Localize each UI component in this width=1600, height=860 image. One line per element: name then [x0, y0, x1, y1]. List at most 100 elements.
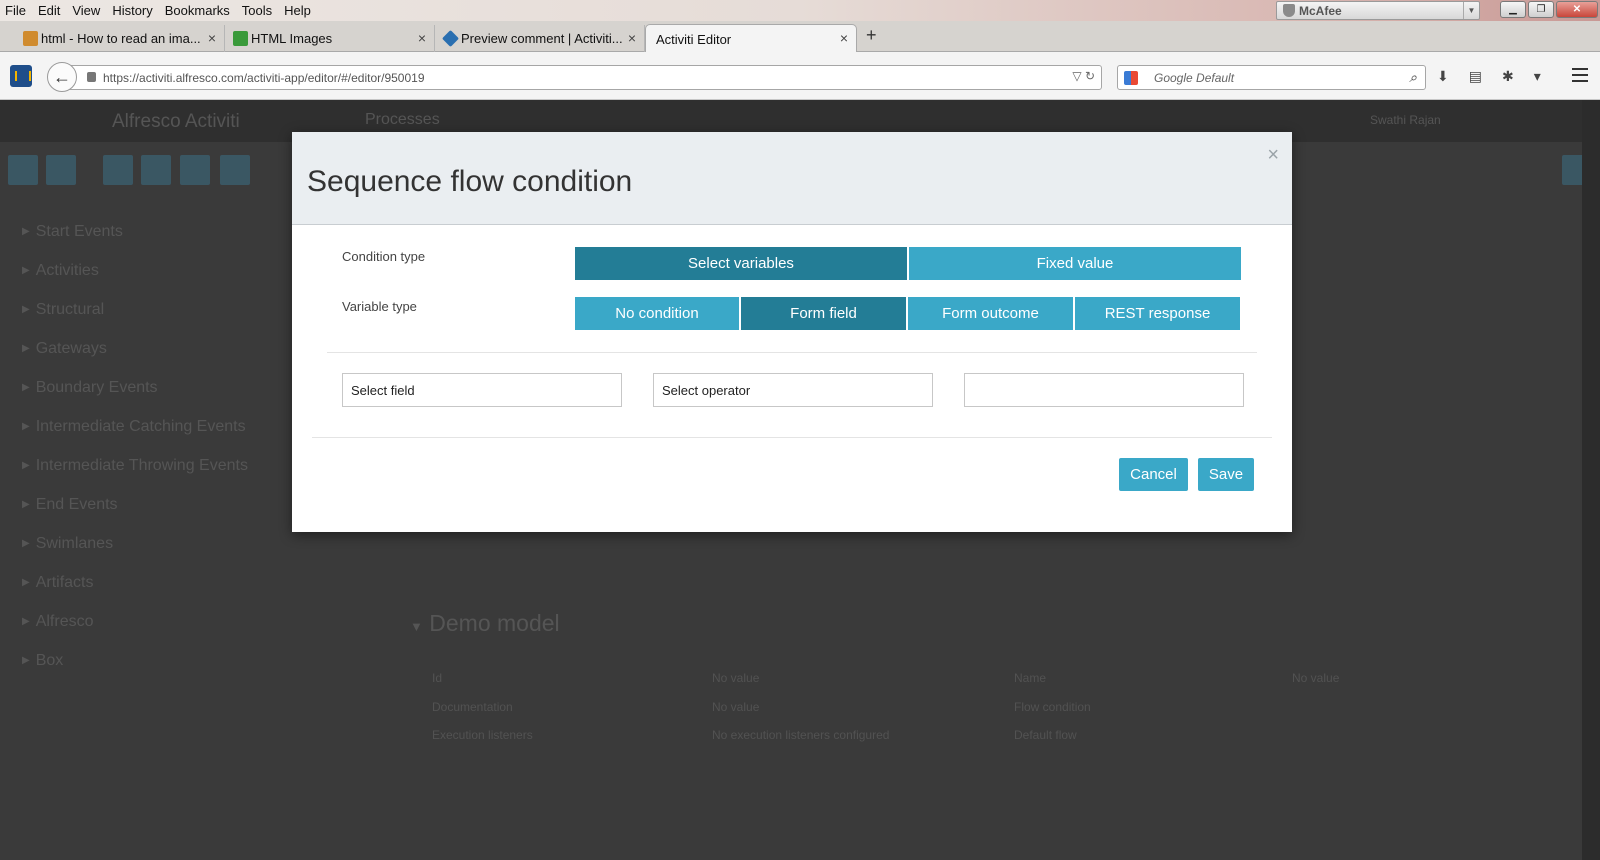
close-icon[interactable]: × — [840, 30, 848, 46]
tab-activiti-editor[interactable]: Activiti Editor × — [645, 24, 857, 53]
validate-icon — [46, 155, 76, 185]
back-arrow-icon[interactable]: ← — [47, 62, 77, 92]
caret-right-icon: ▶ — [22, 538, 30, 549]
model-title: ▼ Demo model — [410, 610, 560, 636]
palette-boundary-events: ▶ Boundary Events — [22, 378, 158, 396]
url-text[interactable]: https://activiti.alfresco.com/activiti-a… — [103, 71, 425, 85]
url-bar[interactable]: https://activiti.alfresco.com/activiti-a… — [62, 65, 1102, 90]
menu-file[interactable]: File — [0, 3, 32, 18]
caret-right-icon: ▶ — [22, 499, 30, 510]
menu-help[interactable]: Help — [278, 3, 317, 18]
caret-right-icon: ▶ — [22, 265, 30, 276]
select-variables-button[interactable]: Select variables — [575, 247, 907, 280]
tab-title: Activiti Editor — [656, 31, 732, 47]
caret-right-icon: ▶ — [22, 226, 30, 237]
prop-doc-value: No value — [712, 700, 760, 714]
save-model-icon — [8, 155, 38, 185]
stackoverflow-favicon-icon — [23, 31, 38, 46]
fixed-value-button[interactable]: Fixed value — [909, 247, 1241, 280]
toolbar-icons: ⬇ ▤ ✱ ▾ — [1437, 68, 1541, 85]
minimize-icon[interactable]: ▁ — [1500, 1, 1526, 18]
tab-html-images[interactable]: HTML Images × — [225, 25, 435, 52]
menu-tools[interactable]: Tools — [236, 3, 278, 18]
tab-html-read-image[interactable]: html - How to read an ima... × — [15, 25, 225, 52]
prop-doc-label: Documentation — [432, 700, 513, 714]
prop-id-label: Id — [432, 671, 443, 685]
vertical-scrollbar[interactable] — [1582, 100, 1600, 860]
delete-icon — [220, 155, 250, 185]
condition-value-input[interactable] — [964, 373, 1244, 407]
palette-activities: ▶ Activities — [22, 261, 99, 279]
user-menu: Swathi Rajan — [1370, 113, 1441, 127]
modal-header: Sequence flow condition × — [292, 132, 1292, 225]
palette-end-events: ▶ End Events — [22, 495, 118, 513]
tab-title: HTML Images — [251, 31, 333, 46]
prop-default-label: Default flow — [1014, 728, 1077, 742]
save-button[interactable]: Save — [1198, 458, 1254, 491]
no-condition-button[interactable]: No condition — [575, 297, 739, 330]
caret-right-icon: ▶ — [22, 304, 30, 315]
lock-icon — [87, 72, 96, 82]
select-operator-dropdown[interactable]: Select operator — [653, 373, 933, 407]
firefox-stats-icon[interactable] — [10, 65, 32, 87]
form-field-button[interactable]: Form field — [741, 297, 906, 330]
divider — [312, 437, 1272, 438]
sequence-flow-condition-dialog: Sequence flow condition × Condition type… — [292, 132, 1292, 532]
navigation-bar: https://activiti.alfresco.com/activiti-a… — [0, 52, 1600, 100]
palette-swimlanes: ▶ Swimlanes — [22, 534, 114, 552]
condition-type-label: Condition type — [342, 249, 426, 264]
chevron-down-icon[interactable]: ▾ — [1534, 68, 1541, 85]
caret-right-icon: ▶ — [22, 577, 30, 588]
close-icon[interactable]: × — [208, 30, 216, 46]
palette-start-events: ▶ Start Events — [22, 222, 123, 240]
variable-type-label: Variable type — [342, 299, 417, 314]
w3schools-favicon-icon — [233, 31, 248, 46]
close-icon[interactable]: × — [628, 30, 636, 46]
tab-preview-comment[interactable]: Preview comment | Activiti... × — [435, 25, 645, 52]
palette-intermediate-catching: ▶ Intermediate Catching Events — [22, 417, 246, 435]
menu-history[interactable]: History — [106, 3, 158, 18]
mcafee-toolbar[interactable]: McAfee ▼ — [1276, 1, 1480, 20]
chevron-down-icon[interactable]: ▼ — [1463, 2, 1479, 19]
paste-icon — [180, 155, 210, 185]
tab-strip: html - How to read an ima... × HTML Imag… — [0, 21, 1600, 53]
activiti-favicon-icon — [442, 30, 459, 47]
restore-icon[interactable]: ❐ — [1528, 1, 1554, 18]
cut-icon — [103, 155, 133, 185]
palette-intermediate-throwing: ▶ Intermediate Throwing Events — [22, 456, 248, 474]
search-icon[interactable]: ⌕ — [1409, 69, 1417, 86]
menu-edit[interactable]: Edit — [32, 3, 66, 18]
prop-flow-label: Flow condition — [1014, 700, 1091, 714]
palette-artifacts: ▶ Artifacts — [22, 573, 94, 591]
search-placeholder: Google Default — [1154, 70, 1235, 85]
window-close-icon[interactable]: ✕ — [1556, 1, 1598, 18]
select-field-dropdown[interactable]: Select field — [342, 373, 622, 407]
search-input[interactable]: Google Default ⌕ — [1117, 65, 1426, 90]
addon-icon[interactable]: ✱ — [1502, 68, 1514, 85]
clipboard-icon[interactable]: ▤ — [1469, 68, 1482, 85]
reload-icon[interactable]: ▽ ↻ — [1072, 69, 1095, 83]
menu-view[interactable]: View — [66, 3, 106, 18]
prop-exec-label: Execution listeners — [432, 728, 533, 742]
palette-gateways: ▶ Gateways — [22, 339, 107, 357]
menu-bookmarks[interactable]: Bookmarks — [159, 3, 236, 18]
caret-down-icon: ▼ — [410, 619, 423, 634]
caret-right-icon: ▶ — [22, 421, 30, 432]
download-icon[interactable]: ⬇ — [1437, 68, 1449, 85]
cancel-button[interactable]: Cancel — [1119, 458, 1188, 491]
close-icon[interactable]: × — [1267, 144, 1279, 167]
palette-structural: ▶ Structural — [22, 300, 105, 318]
caret-right-icon: ▶ — [22, 616, 30, 627]
hamburger-menu-icon[interactable] — [1572, 68, 1588, 82]
window-controls: ▁ ❐ ✕ — [1500, 1, 1598, 18]
copy-icon — [141, 155, 171, 185]
app-logo: Alfresco Activiti — [112, 111, 240, 132]
form-outcome-button[interactable]: Form outcome — [908, 297, 1073, 330]
caret-right-icon: ▶ — [22, 460, 30, 471]
prop-id-value: No value — [712, 671, 760, 685]
caret-right-icon: ▶ — [22, 382, 30, 393]
rest-response-button[interactable]: REST response — [1075, 297, 1240, 330]
close-icon[interactable]: × — [418, 30, 426, 46]
new-tab-icon[interactable]: + — [866, 25, 877, 46]
palette-alfresco: ▶ Alfresco — [22, 612, 94, 630]
